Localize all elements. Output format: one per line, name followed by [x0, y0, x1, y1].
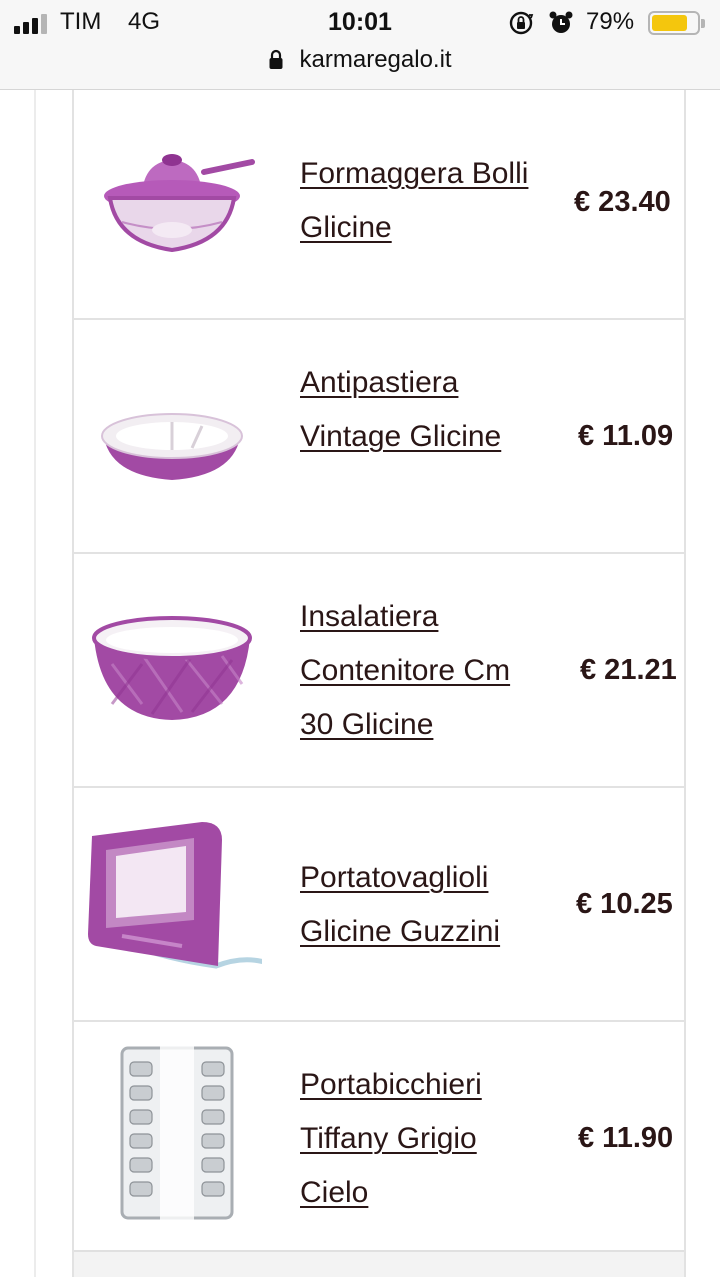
product-price: € 21.21: [580, 654, 677, 686]
list-item[interactable]: Portatovaglioli Glicine Guzzini € 10.25: [74, 788, 684, 1022]
product-name[interactable]: Antipastiera Vintage Glicine: [300, 356, 550, 464]
product-price: € 10.25: [576, 888, 673, 920]
serving-dish-icon[interactable]: [82, 368, 262, 508]
product-name[interactable]: Portabicchieri Tiffany Grigio Cielo: [300, 1058, 550, 1220]
list-item[interactable]: Formaggera Bolli Glicine € 23.40: [74, 90, 684, 320]
list-item[interactable]: Portabicchieri Tiffany Grigio Cielo € 11…: [74, 1022, 684, 1256]
sugar-bowl-icon[interactable]: [82, 132, 262, 272]
url-domain[interactable]: karmaregalo.it: [300, 46, 452, 74]
list-item[interactable]: Insalatiera Contenitore Cm 30 Glicine € …: [74, 554, 684, 788]
glass-holder-icon[interactable]: [82, 1038, 262, 1228]
status-bar: TIM 4G 10:01 79%: [0, 0, 720, 44]
napkin-holder-icon[interactable]: [82, 816, 262, 976]
page-frame-edge: [34, 90, 36, 1277]
product-name[interactable]: Insalatiera Contenitore Cm 30 Glicine: [300, 590, 550, 752]
battery-icon: [648, 11, 705, 35]
address-bar[interactable]: karmaregalo.it: [0, 44, 720, 90]
product-name[interactable]: Formaggera Bolli Glicine: [300, 147, 550, 255]
orientation-lock-icon: [509, 11, 534, 35]
lock-icon: [269, 49, 283, 69]
battery-level-fill: [652, 15, 687, 31]
product-price: € 23.40: [574, 186, 671, 218]
product-price: € 11.09: [578, 420, 674, 452]
product-price: € 11.90: [578, 1122, 674, 1154]
product-list: Formaggera Bolli Glicine € 23.40 Antipas…: [72, 90, 686, 1277]
list-item[interactable]: Antipastiera Vintage Glicine € 11.09: [74, 320, 684, 554]
alarm-icon: [549, 11, 573, 33]
salad-bowl-icon[interactable]: [82, 594, 262, 734]
product-name[interactable]: Portatovaglioli Glicine Guzzini: [300, 851, 560, 959]
battery-percent: 79%: [586, 8, 635, 35]
next-row-edge: [74, 1250, 684, 1277]
